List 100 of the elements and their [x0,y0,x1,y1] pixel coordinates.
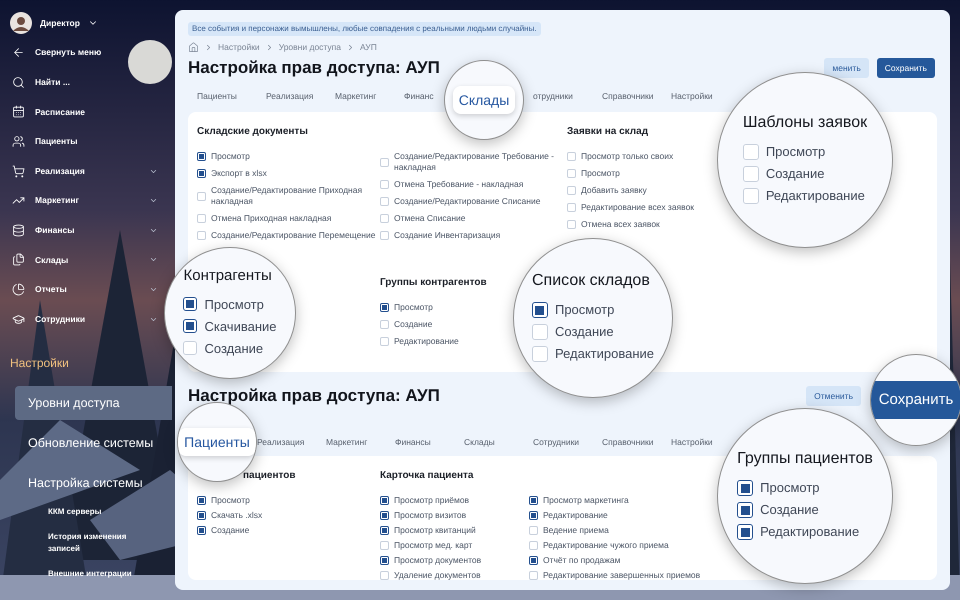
menu-item[interactable]: Реализация [35,164,149,178]
checkbox[interactable] [380,556,389,565]
cancel-button[interactable]: Отменить [806,386,861,406]
checkbox-label: Отмена Списание [394,213,466,224]
checkbox-label: Редактирование [394,336,459,347]
tab[interactable]: Маркетинг [335,90,376,102]
submenu-item[interactable]: Обновление системы [15,426,157,460]
checkbox-label: Добавить заявку [581,185,647,196]
submenu-item[interactable]: Настройка системы [15,466,157,500]
checkbox[interactable] [380,303,389,312]
tab[interactable]: Финанс [404,90,434,102]
checkbox[interactable] [197,152,206,161]
checkbox-label: Удаление документов [394,570,481,581]
menu-item[interactable]: Маркетинг [35,194,149,208]
checkbox-label: Просмотр только своих [581,151,674,162]
menu-item[interactable]: Пациенты [35,135,158,148]
menu-item[interactable]: Найти ... [35,76,158,89]
notice-banner: Все события и персонажи вымышлены, любые совпадения с реальными людьми случайны. [188,22,541,36]
checkbox[interactable] [529,511,538,520]
tab[interactable]: Пациенты [197,90,237,102]
submenu-link[interactable]: Внешние интеграции [0,568,172,580]
menu-item[interactable]: Сотрудники [35,312,149,326]
checkbox-label: Отмена Требование - накладная [394,179,524,190]
checkbox-label: Создание/Редактирование Списание [394,196,540,207]
arrow-left-icon [12,46,25,60]
menu-item[interactable]: Свернуть меню [35,46,158,60]
checkbox-label: Создание [760,501,819,520]
checkbox[interactable] [532,302,548,318]
chevron-right-icon [346,42,355,52]
checkbox[interactable] [529,556,538,565]
tab[interactable]: Склады [464,436,495,448]
page-title: Настройка прав доступа: АУП [188,385,440,408]
tab[interactable]: Склады [452,86,516,114]
graduation-cap-icon [12,312,25,326]
save-button[interactable]: Сохранить [871,381,960,419]
tab[interactable]: Справочники [602,436,654,448]
submenu-link[interactable]: ККМ серверы [0,506,172,518]
checkbox-label: Создание/Редактирование Требование - накладная [394,151,555,173]
tab[interactable]: Справочники [602,90,654,102]
files-icon [12,253,25,266]
checkbox[interactable] [737,524,754,540]
checkbox-label: Редактирование завершенных приемов [543,570,700,581]
tab[interactable]: Сотрудники [533,436,580,448]
tab[interactable]: Маркетинг [326,436,368,448]
save-button[interactable]: Сохранить [876,58,935,78]
checkbox[interactable] [183,297,198,312]
group-title: Карточка пациента [380,469,474,483]
tab[interactable]: Реализация [266,90,314,102]
checkbox[interactable] [183,319,198,334]
section-title: Настройки [9,354,70,372]
checkbox[interactable] [529,496,538,505]
checkbox[interactable] [380,526,389,535]
tab[interactable]: Настройки [671,90,713,102]
menu-item[interactable]: Отчеты [35,283,149,296]
group-title: Список складов [532,271,651,291]
menu-item[interactable]: Склады [35,254,149,266]
checkbox-label: Скачать .xlsx [211,510,262,521]
checkbox[interactable] [197,526,206,535]
checkbox-label: Создание/Редактирование Перемещение [211,230,376,241]
people-icon [12,135,25,148]
checkbox[interactable] [197,169,206,178]
cancel-button[interactable]: менить [824,58,869,78]
checkbox-label: Просмотр мед. карт [394,540,472,551]
checkbox-label: Просмотр [766,143,826,162]
tab[interactable]: Настройки [671,436,713,448]
user-name[interactable]: Директор [40,16,80,30]
tab[interactable]: Пациенты [178,428,256,456]
checkbox-label: Редактирование [543,510,608,521]
checkbox-label: Редактирование чужого приема [543,540,669,551]
submenu-link[interactable]: История изменения записей [0,530,172,555]
checkbox[interactable] [380,511,389,520]
submenu-item[interactable]: Уровни доступа [15,386,172,420]
menu-item[interactable]: Расписание [35,106,158,118]
checkbox[interactable] [737,480,754,496]
tab[interactable]: отрудники [533,90,573,102]
checkbox[interactable] [197,496,206,505]
group-title: Шаблоны заявок [742,113,868,133]
pie-chart-icon [12,283,25,296]
checkbox[interactable] [737,502,754,518]
checkbox-label: Создание [554,323,614,342]
checkbox-label: Создание [394,319,432,330]
checkbox[interactable] [380,496,389,505]
checkbox-label: Просмотр [554,301,614,320]
tab[interactable]: Реализация [257,436,304,448]
database-icon [12,224,25,237]
avatar[interactable] [10,12,32,34]
checkbox-label: Просмотр [211,495,250,506]
checkbox-label: Редактирование [554,345,654,364]
search-icon [12,76,25,89]
group-title: Группы контрагентов [380,276,487,290]
checkbox[interactable] [197,511,206,520]
menu-item[interactable]: Финансы [35,224,149,237]
calendar-icon [12,105,25,118]
tab[interactable]: Финансы [395,436,431,448]
cart-icon [12,164,25,178]
checkbox-label: Просмотр приёмов [394,495,470,506]
checkbox-label: Просмотр [760,479,820,498]
checkbox-label: Просмотр [394,302,433,313]
home-icon[interactable] [188,42,199,52]
checkbox-label: Создание [211,525,250,536]
